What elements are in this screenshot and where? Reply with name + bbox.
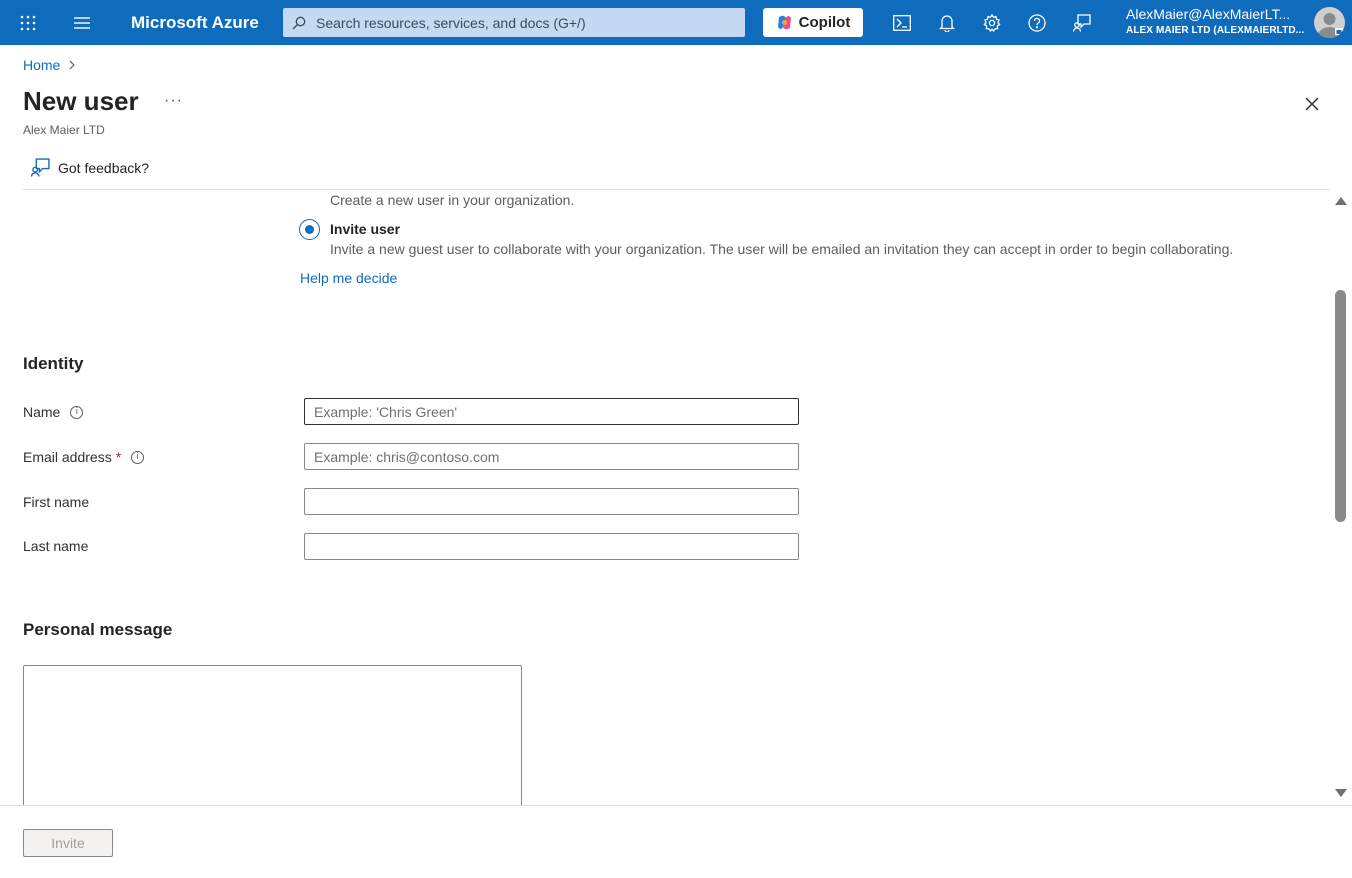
page-title: New user [23,86,139,116]
last-name-label: Last name [23,538,89,554]
scrollbar-thumb[interactable] [1335,290,1346,522]
scroll-down-arrow-icon[interactable] [1335,789,1347,797]
form-content[interactable]: Create a new user in your organization. … [0,190,1330,805]
account-email: AlexMaier@AlexMaierLT... [1126,6,1291,22]
info-icon[interactable]: i [131,450,145,464]
email-input[interactable] [304,443,799,470]
search-placeholder: Search resources, services, and docs (G+… [316,14,586,31]
identity-heading: Identity [23,354,84,373]
personal-message-heading: Personal message [23,620,173,639]
invite-button[interactable]: Invite [23,829,113,857]
personal-message-textarea[interactable] [23,665,522,805]
name-input[interactable] [304,398,799,425]
email-label-row: Email address * i [23,449,145,465]
required-asterisk: * [115,449,122,465]
email-label: Email address [23,449,112,465]
vertical-scrollbar[interactable] [1330,190,1352,805]
copilot-label: Copilot [798,14,851,31]
settings-icon[interactable] [980,0,1004,45]
copilot-icon [776,14,793,31]
notifications-icon[interactable] [935,0,959,45]
last-name-input[interactable] [304,533,799,560]
name-label: Name [23,404,61,420]
feedback-icon [31,158,50,177]
invite-user-description: Invite a new guest user to collaborate w… [330,241,1234,257]
apps-grid-icon[interactable] [16,0,40,45]
scroll-up-arrow-icon[interactable] [1335,197,1347,205]
chevron-right-icon [68,60,76,70]
search-icon [292,16,306,30]
close-icon[interactable] [1300,92,1324,116]
footer-bar: Invite [0,805,1352,878]
account-menu[interactable]: AlexMaier@AlexMaierLT... ALEX MAIER LTD … [1126,6,1310,36]
help-me-decide-link[interactable]: Help me decide [300,270,397,286]
info-icon[interactable]: i [70,405,84,419]
top-navigation-bar: Microsoft Azure Search resources, servic… [0,0,1352,45]
got-feedback-button[interactable]: Got feedback? [31,158,149,177]
copilot-button[interactable]: Copilot [763,8,863,37]
create-user-description: Create a new user in your organization. [330,192,575,208]
hamburger-menu-icon[interactable] [70,0,94,45]
avatar[interactable] [1314,7,1345,38]
invite-user-label[interactable]: Invite user [330,221,400,237]
account-tenant: ALEX MAIER LTD (ALEXMAIERLTD... [1126,25,1305,36]
feedback-label: Got feedback? [58,159,150,176]
breadcrumb: Home [23,57,76,73]
cloud-shell-icon[interactable] [890,0,914,45]
radio-selected-dot [305,225,314,234]
help-icon[interactable] [1025,0,1049,45]
feedback-icon[interactable] [1070,0,1094,45]
name-label-row: Name i [23,404,84,420]
first-name-label: First name [23,494,90,510]
first-name-input[interactable] [304,488,799,515]
global-search-box[interactable]: Search resources, services, and docs (G+… [283,8,745,37]
breadcrumb-home-link[interactable]: Home [23,57,60,73]
page-subtitle: Alex Maier LTD [23,123,105,137]
brand-title[interactable]: Microsoft Azure [131,0,259,45]
more-options-button[interactable]: ··· [164,92,183,110]
invite-user-radio[interactable] [299,219,320,240]
